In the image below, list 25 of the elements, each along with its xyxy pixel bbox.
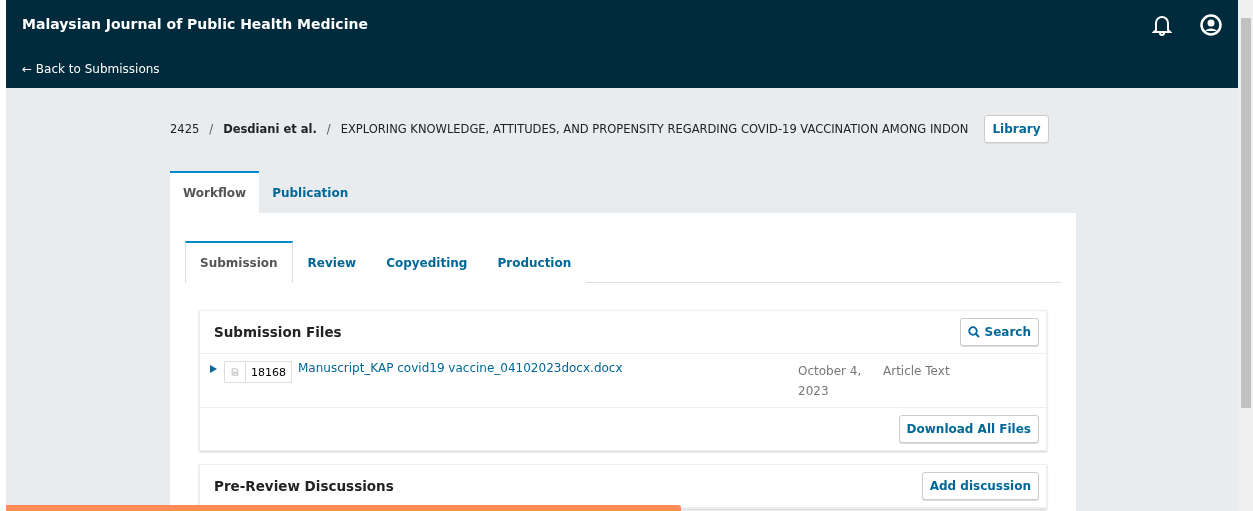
add-discussion-button[interactable]: Add discussion xyxy=(921,472,1039,500)
submission-title: EXPLORING KNOWLEDGE, ATTITUDES, AND PROPENSITY REGARDING COVID-19 VACCINATION AMONG INDON xyxy=(340,122,969,136)
breadcrumb-separator: / xyxy=(209,122,214,136)
submission-id: 2425 xyxy=(170,122,200,136)
journal-title: Malaysian Journal of Public Health Medicine xyxy=(22,16,368,32)
scrollbar[interactable] xyxy=(1238,0,1253,511)
card-title: Pre-Review Discussions xyxy=(214,478,394,494)
tab[interactable]: Publication xyxy=(259,171,362,213)
user-avatar-icon[interactable] xyxy=(1200,14,1222,36)
expand-icon[interactable] xyxy=(210,365,217,373)
file-component: Article Text xyxy=(883,363,951,380)
file-date: October 4, 2023 xyxy=(798,363,863,400)
file-id-tag: 18168 xyxy=(224,361,292,383)
stage-tab[interactable]: Submission xyxy=(185,241,293,283)
search-icon xyxy=(967,326,980,338)
card-title: Submission Files xyxy=(214,324,342,340)
back-link[interactable]: ← Back to Submissions xyxy=(22,62,368,76)
breadcrumb-separator: / xyxy=(326,122,331,136)
search-button[interactable]: Search xyxy=(959,318,1039,346)
tab[interactable]: Workflow xyxy=(170,171,260,213)
bell-icon[interactable] xyxy=(1152,14,1172,36)
submission-authors: Desdiani et al. xyxy=(223,122,317,136)
download-all-button[interactable]: Download All Files xyxy=(898,415,1039,443)
file-link[interactable]: Manuscript_KAP covid19 vaccine_04102023docx.docx xyxy=(298,361,798,375)
library-button[interactable]: Library xyxy=(984,115,1049,143)
